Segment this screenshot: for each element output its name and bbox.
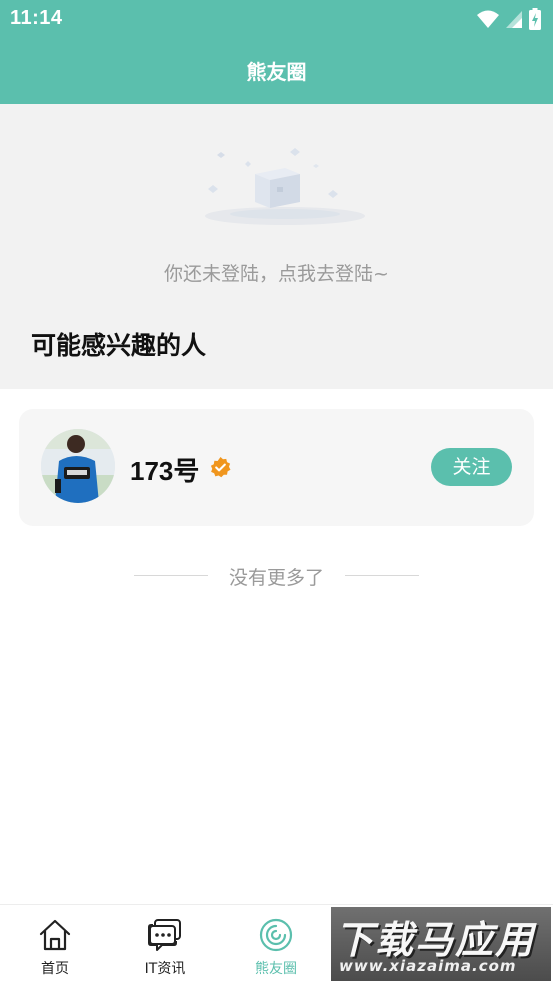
login-prompt-link[interactable]: 你还未登陆，点我去登陆~	[0, 259, 553, 286]
end-of-list-divider: 没有更多了	[134, 561, 419, 591]
avatar[interactable]	[41, 429, 115, 503]
watermark-overlay: 下载马应用 www.xiazaima.com	[331, 907, 551, 981]
nav-item-home[interactable]: 首页	[0, 905, 110, 984]
wifi-icon	[477, 10, 499, 28]
watermark-title: 下载马应用	[335, 918, 536, 962]
status-time: 11:14	[10, 7, 63, 29]
nav-item-bear-circle[interactable]: 熊友圈	[221, 905, 331, 984]
suggested-user-card[interactable]: 173号 关注	[19, 409, 534, 526]
login-empty-section: 你还未登陆，点我去登陆~ 可能感兴趣的人	[0, 104, 553, 389]
empty-box-illustration	[205, 148, 365, 225]
divider-line-right	[345, 575, 419, 576]
avatar-image	[41, 429, 115, 503]
nav-label-home: 首页	[41, 961, 69, 977]
user-name[interactable]: 173号	[130, 451, 199, 488]
battery-charging-icon	[529, 8, 541, 30]
chat-icon	[148, 919, 181, 951]
app-bar: 熊友圈	[0, 38, 553, 104]
section-title: 可能感兴趣的人	[31, 331, 207, 360]
verified-badge-icon	[210, 456, 231, 478]
nav-item-it-news[interactable]: IT资讯	[110, 905, 220, 984]
watermark-url: www.xiazaima.com	[339, 957, 517, 975]
status-icons	[477, 8, 541, 30]
status-bar: 11:14	[0, 0, 553, 38]
circle-feed-icon	[259, 918, 293, 952]
nav-label-bear-circle: 熊友圈	[255, 961, 297, 977]
cellular-signal-icon	[506, 11, 522, 28]
follow-button[interactable]: 关注	[431, 448, 512, 486]
page-title: 熊友圈	[246, 60, 307, 84]
home-icon	[39, 919, 71, 951]
no-more-text: 没有更多了	[228, 567, 324, 589]
nav-label-it-news: IT资讯	[144, 961, 186, 977]
